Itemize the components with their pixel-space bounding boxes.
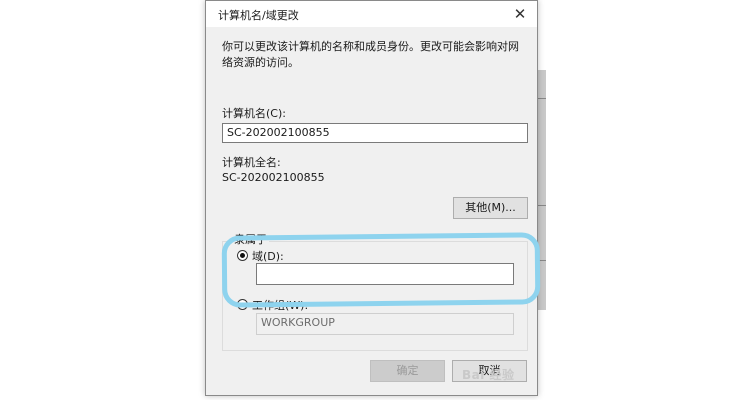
computer-name-label: 计算机名(C): [222, 107, 286, 120]
close-button[interactable]: ✕ [505, 1, 535, 27]
baidu-watermark: Bai 经验 [462, 368, 515, 382]
ok-button[interactable]: 确定 [370, 360, 445, 382]
domain-radio-label: 域(D): [252, 250, 284, 263]
workgroup-radio-label: 工作组(W): [252, 299, 309, 312]
member-of-label: 隶属于 [232, 231, 269, 247]
more-button[interactable]: 其他(M)... [453, 197, 528, 219]
description-text: 你可以更改该计算机的名称和成员身份。更改可能会影响对网络资源的访问。 [222, 40, 519, 69]
title-bar: 计算机名/域更改 ✕ [206, 1, 537, 27]
computer-name-input[interactable]: SC-202002100855 [222, 123, 528, 143]
radio-selected-dot [240, 253, 245, 258]
full-computer-name-label: 计算机全名: [222, 156, 281, 169]
domain-radio[interactable] [237, 250, 248, 261]
full-computer-name-value: SC-202002100855 [222, 171, 325, 184]
background-window-edge [538, 70, 546, 310]
close-icon: ✕ [513, 5, 527, 23]
dialog-title: 计算机名/域更改 [218, 9, 299, 22]
domain-input[interactable] [256, 263, 514, 285]
workgroup-input[interactable]: WORKGROUP [256, 313, 514, 335]
computer-name-dialog: 计算机名/域更改 ✕ 你可以更改该计算机的名称和成员身份。更改可能会影响对网络资… [205, 0, 538, 396]
workgroup-radio[interactable] [237, 299, 248, 310]
